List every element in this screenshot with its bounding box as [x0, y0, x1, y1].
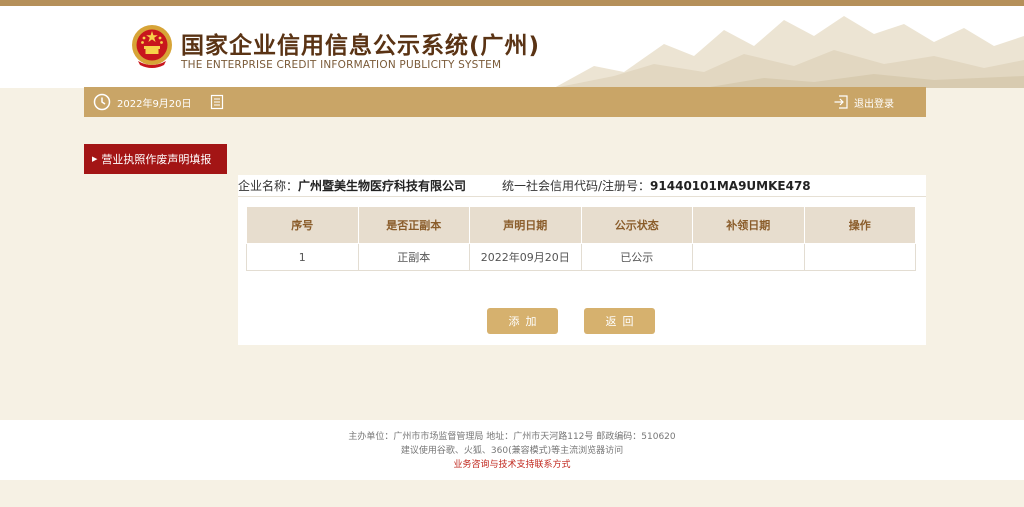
cell-copy-type: 正副本: [357, 243, 470, 271]
logout-label: 退出登录: [854, 98, 894, 110]
column-header-reissue-date: 补领日期: [692, 206, 805, 244]
company-name-label: 企业名称：: [238, 179, 299, 193]
site-header: 国家企业信用信息公示系统(广州) THE ENTERPRISE CREDIT I…: [0, 6, 1024, 88]
main-panel: 企业名称：广州暨美生物医疗科技有限公司 统一社会信用代码/注册号：9144010…: [238, 175, 926, 345]
column-header-declare-date: 声明日期: [469, 206, 582, 244]
logout-icon: [834, 95, 848, 109]
column-header-publicity-status: 公示状态: [580, 206, 693, 244]
logout-button[interactable]: 退出登录: [833, 93, 894, 111]
column-header-copy-type: 是否正副本: [357, 206, 470, 244]
company-name-field: 企业名称：广州暨美生物医疗科技有限公司: [238, 177, 466, 194]
add-button[interactable]: 添加: [487, 308, 558, 334]
declaration-records-table: 序号 是否正副本 声明日期 公示状态 补领日期 操作 1 正副本 2022年09…: [246, 206, 916, 271]
national-emblem-icon: [132, 25, 172, 68]
top-toolbar: 2022年9月20日 退出登录: [84, 87, 926, 117]
site-title: 国家企业信用信息公示系统(广州): [181, 33, 541, 59]
credit-code-value: 91440101MA9UMKE478: [650, 179, 811, 193]
triangle-right-icon: ▶: [92, 155, 98, 163]
site-subtitle: THE ENTERPRISE CREDIT INFORMATION PUBLIC…: [181, 59, 502, 71]
cell-operation: [803, 243, 916, 271]
footer-contact-link[interactable]: 业务咨询与技术支持联系方式: [453, 460, 570, 470]
company-info-line: 企业名称：广州暨美生物医疗科技有限公司 统一社会信用代码/注册号：9144010…: [238, 175, 926, 197]
table-header-row: 序号 是否正副本 声明日期 公示状态 补领日期 操作: [246, 206, 916, 244]
cell-index: 1: [246, 243, 359, 271]
credit-code-field: 统一社会信用代码/注册号：91440101MA9UMKE478: [502, 177, 811, 194]
site-footer: 主办单位：广州市市场监督管理局 地址：广州市天河路112号 邮政编码：51062…: [0, 420, 1024, 480]
current-date: 2022年9月20日: [117, 99, 192, 110]
cell-publicity-status: 已公示: [580, 243, 693, 271]
cell-declare-date: 2022年09月20日: [469, 243, 582, 271]
footer-browser-recommendation: 建议使用谷歌、火狐、360(兼容模式)等主流浏览器访问: [400, 446, 624, 456]
table-row: 1 正副本 2022年09月20日 已公示: [246, 243, 916, 271]
mountain-landscape-decoration: [554, 16, 1024, 88]
document-icon[interactable]: [209, 94, 225, 110]
column-header-index: 序号: [246, 206, 359, 244]
footer-organizer-info: 主办单位：广州市市场监督管理局 地址：广州市天河路112号 邮政编码：51062…: [348, 432, 676, 442]
cell-reissue-date: [692, 243, 805, 271]
company-name-value: 广州暨美生物医疗科技有限公司: [298, 179, 467, 193]
column-header-operation: 操作: [803, 206, 916, 244]
sidebar-item-label: 营业执照作废声明填报: [101, 153, 212, 166]
credit-code-label: 统一社会信用代码/注册号：: [502, 179, 651, 193]
back-button[interactable]: 返回: [584, 308, 655, 334]
clock-icon: [93, 93, 111, 111]
sidebar-item-license-void-declaration[interactable]: ▶ 营业执照作废声明填报: [84, 144, 227, 174]
